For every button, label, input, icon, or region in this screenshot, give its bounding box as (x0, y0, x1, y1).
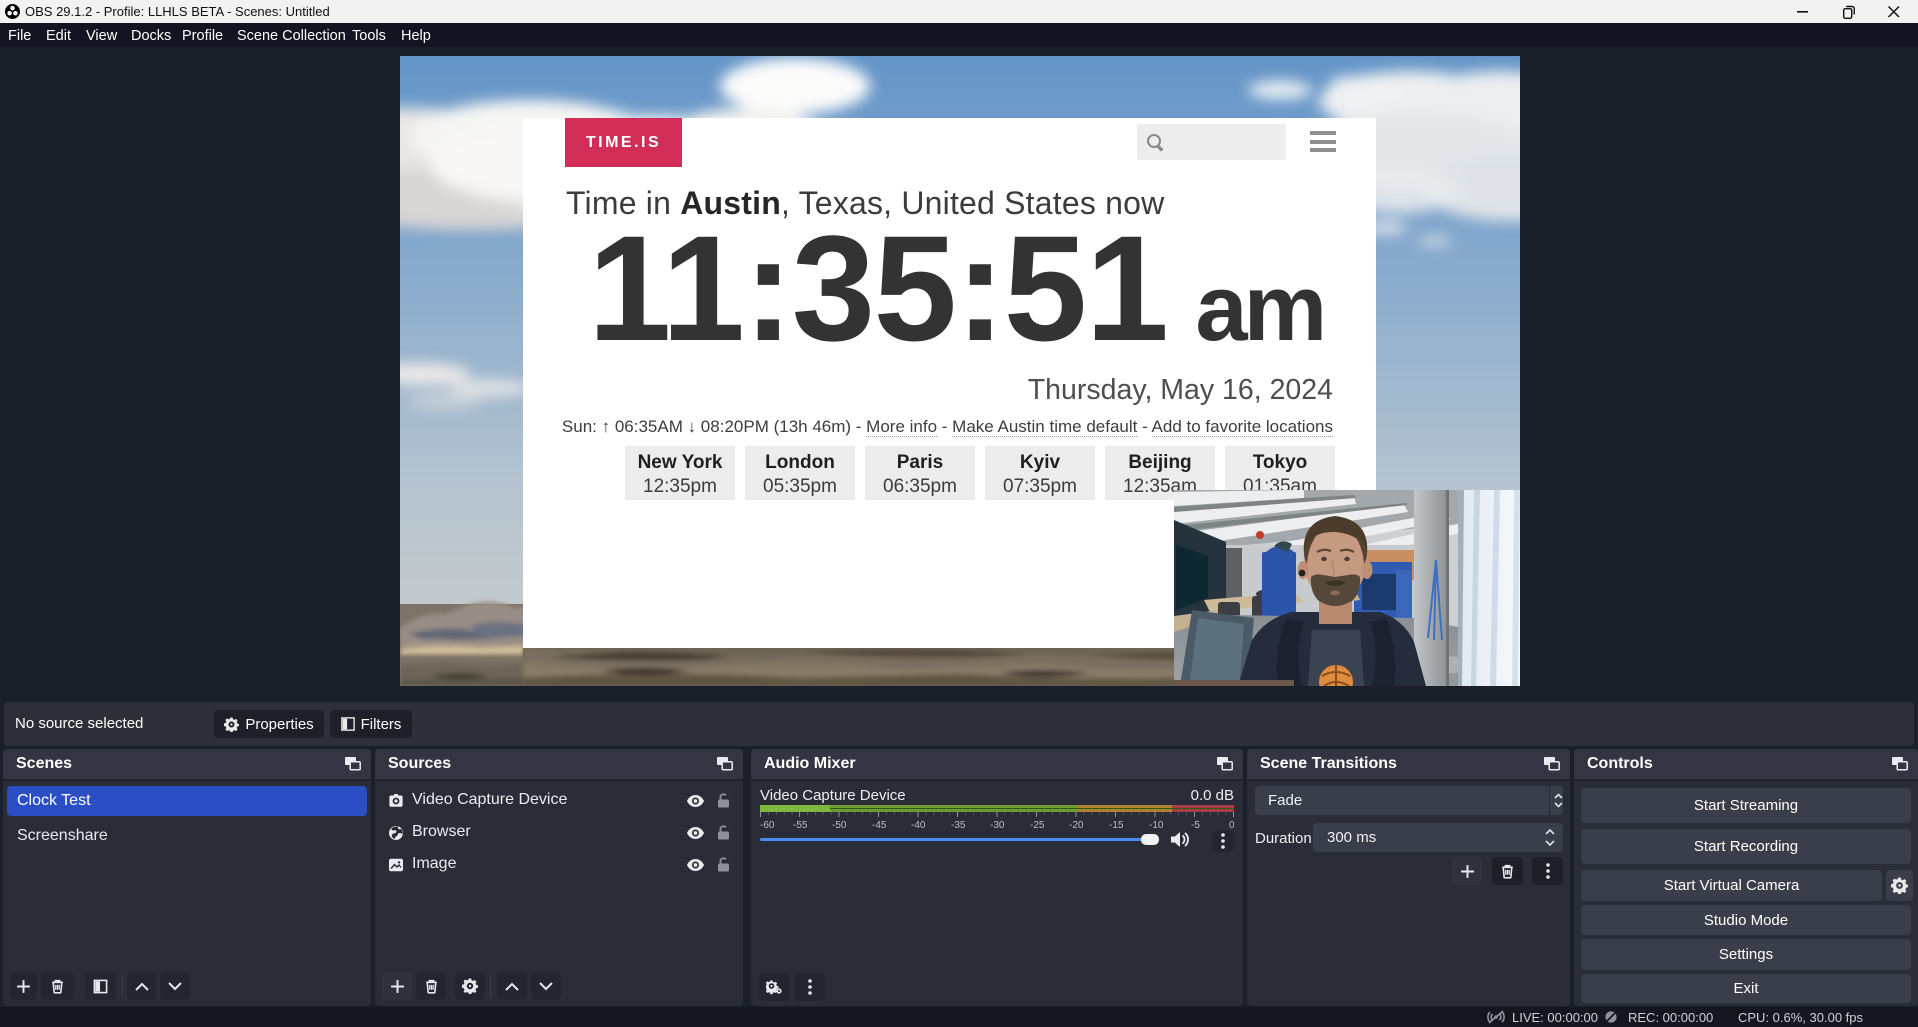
svg-text:-25: -25 (1030, 820, 1045, 830)
svg-text:-35: -35 (951, 820, 966, 830)
svg-text:-60: -60 (760, 820, 775, 830)
svg-text:-15: -15 (1109, 820, 1124, 830)
svg-text:-40: -40 (911, 820, 926, 830)
svg-text:-5: -5 (1191, 820, 1200, 830)
svg-text:-10: -10 (1149, 820, 1164, 830)
svg-text:0: 0 (1229, 820, 1234, 830)
svg-text:-30: -30 (990, 820, 1005, 830)
svg-text:-55: -55 (793, 820, 808, 830)
svg-text:-50: -50 (832, 820, 847, 830)
svg-text:-45: -45 (872, 820, 887, 830)
svg-text:-20: -20 (1069, 820, 1084, 830)
